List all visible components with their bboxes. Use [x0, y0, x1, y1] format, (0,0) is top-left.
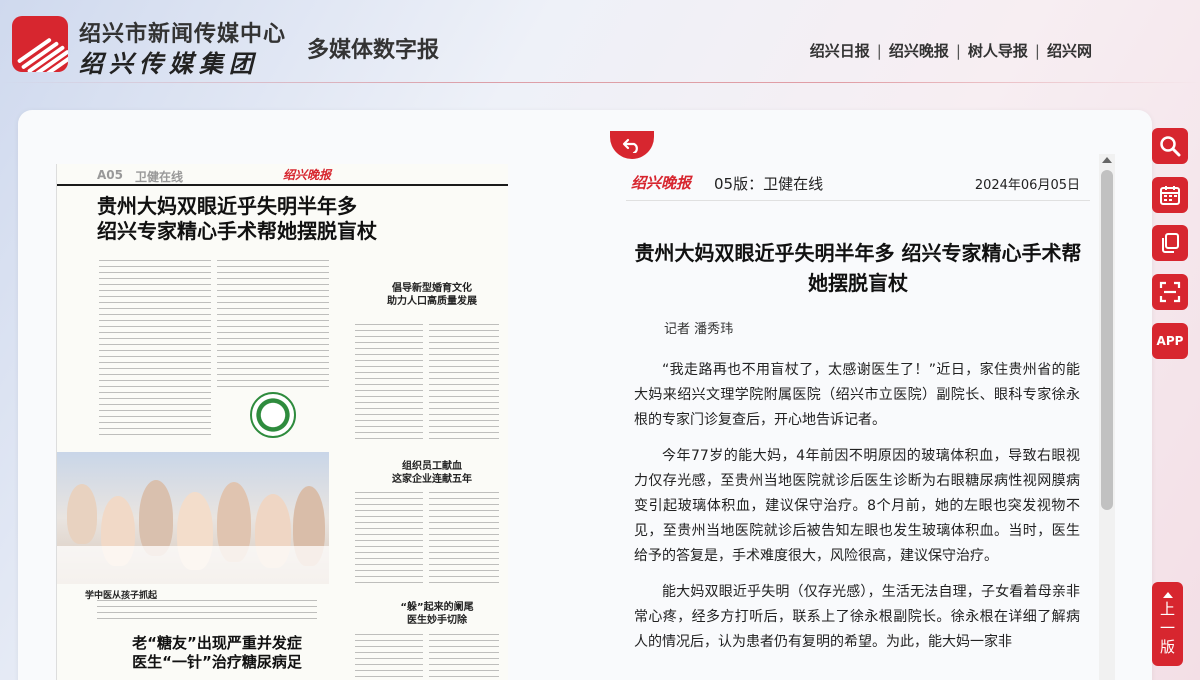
article-author: 记者 潘秀玮	[664, 322, 734, 337]
article-text-block	[355, 324, 423, 444]
top-nav: 绍兴日报 | 绍兴晚报 | 树人导报 | 绍兴网	[810, 40, 1092, 61]
copy-icon	[1162, 233, 1179, 253]
page-subhead-line: “躲”起来的阑尾	[400, 602, 474, 613]
article-text-block	[217, 260, 329, 390]
article-text-block	[99, 260, 211, 440]
article-brand: 绍兴晚报	[631, 174, 692, 192]
page-headline-line: 老“糖友”出现严重并发症	[132, 634, 302, 652]
article-title: 贵州大妈双眼近乎失明半年多 绍兴专家精心手术帮她摆脱盲杖	[634, 241, 1082, 295]
page-headline-2[interactable]: 老“糖友”出现严重并发症 医生“一针”治疗糖尿病足	[117, 634, 317, 672]
article-text-block	[355, 492, 423, 588]
page-number: A05	[97, 168, 123, 182]
page-section: 卫健在线	[135, 170, 184, 184]
search-button[interactable]	[1152, 128, 1188, 164]
nav-shaoxing-daily[interactable]: 绍兴日报	[810, 40, 870, 61]
article-meta: 绍兴晚报 05版：卫健在线 2024年06月05日	[626, 172, 1086, 196]
article-date: 2024年06月05日	[974, 178, 1080, 193]
nav-shaoxing-evening[interactable]: 绍兴晚报	[889, 40, 949, 61]
article-text-block	[355, 634, 423, 680]
page-logo-badge	[250, 392, 296, 438]
copy-button[interactable]	[1152, 225, 1188, 261]
article-scrollbar[interactable]	[1099, 154, 1115, 680]
calendar-button[interactable]	[1152, 177, 1188, 213]
scan-icon	[1159, 281, 1181, 303]
page-headline-line: 医生“一针”治疗糖尿病足	[132, 653, 302, 671]
app-label: APP	[1156, 334, 1184, 348]
nav-shaoxing-net[interactable]: 绍兴网	[1047, 40, 1092, 61]
page-headline-line: 绍兴专家精心手术帮她摆脱盲杖	[97, 219, 377, 243]
scroll-thumb[interactable]	[1101, 170, 1113, 510]
prev-page-label: 一	[1159, 618, 1175, 637]
prev-page-label: 上	[1159, 599, 1175, 618]
article-text-block	[429, 492, 499, 588]
page-headline[interactable]: 贵州大妈双眼近乎失明半年多 绍兴专家精心手术帮她摆脱盲杖	[97, 194, 377, 244]
app-download-button[interactable]: APP	[1152, 323, 1188, 359]
article-text-block	[429, 324, 499, 444]
logo	[12, 16, 68, 72]
scroll-up-arrow-icon[interactable]	[1102, 157, 1112, 163]
up-arrow-icon	[1162, 591, 1173, 598]
page-photo[interactable]	[57, 452, 329, 584]
nav-separator: |	[1034, 41, 1040, 60]
article-text-block	[429, 634, 499, 680]
page-subhead-line: 助力人口高质量发展	[387, 296, 477, 307]
calendar-icon	[1160, 186, 1180, 205]
header-divider	[0, 82, 1200, 83]
page-headline-line: 贵州大妈双眼近乎失明半年多	[97, 194, 357, 218]
prev-page-label: 版	[1159, 637, 1175, 656]
article-divider	[626, 200, 1090, 201]
article-body: “我走路再也不用盲杖了，太感谢医生了！”近日，家住贵州省的能大妈来绍兴文理学院附…	[634, 358, 1080, 666]
app-title: 多媒体数字报	[307, 37, 440, 63]
previous-page-button[interactable]: 上 一 版	[1152, 582, 1183, 666]
page-subhead[interactable]: 倡导新型婚育文化 助力人口高质量发展	[357, 282, 507, 308]
page-subhead-line: 组织员工献血	[402, 461, 462, 472]
nav-separator: |	[955, 41, 961, 60]
scan-button[interactable]	[1152, 274, 1188, 310]
article-text-block	[97, 600, 317, 620]
nav-shuren-daobao[interactable]: 树人导报	[968, 40, 1028, 61]
newspaper-page[interactable]: A05 卫健在线 绍兴晚报 贵州大妈双眼近乎失明半年多 绍兴专家精心手术帮她摆脱…	[56, 164, 508, 680]
page-brand: 绍兴晚报	[283, 168, 332, 182]
article-paragraph: 今年77岁的能大妈，4年前因不明原因的玻璃体积血，导致右眼视力仅存光感，至贵州当…	[634, 448, 1080, 564]
site-header: 绍兴市新闻传媒中心 绍兴传媒集团 多媒体数字报 绍兴日报 | 绍兴晚报 | 树人…	[0, 0, 1200, 84]
return-arrow-icon	[622, 138, 638, 153]
search-icon	[1160, 136, 1181, 157]
nav-separator: |	[876, 41, 882, 60]
group-name: 绍兴传媒集团	[79, 49, 259, 78]
article-paragraph: 能大妈双眼近乎失明（仅存光感），生活无法自理，子女看着母亲非常心疼，经多方打听后…	[634, 584, 1080, 650]
page-subhead[interactable]: 组织员工献血 这家企业连献五年	[357, 460, 507, 486]
page-subhead-line: 医生妙手切除	[407, 615, 467, 626]
page-header: A05 卫健在线 绍兴晚报	[57, 164, 508, 186]
page-subhead-line: 这家企业连献五年	[392, 474, 472, 485]
page-subhead-line: 倡导新型婚育文化	[392, 283, 472, 294]
article-section: 05版：卫健在线	[714, 175, 824, 193]
page-subhead[interactable]: “躲”起来的阑尾 医生妙手切除	[377, 601, 497, 627]
article-paragraph: “我走路再也不用盲杖了，太感谢医生了！”近日，家住贵州省的能大妈来绍兴文理学院附…	[634, 362, 1080, 428]
